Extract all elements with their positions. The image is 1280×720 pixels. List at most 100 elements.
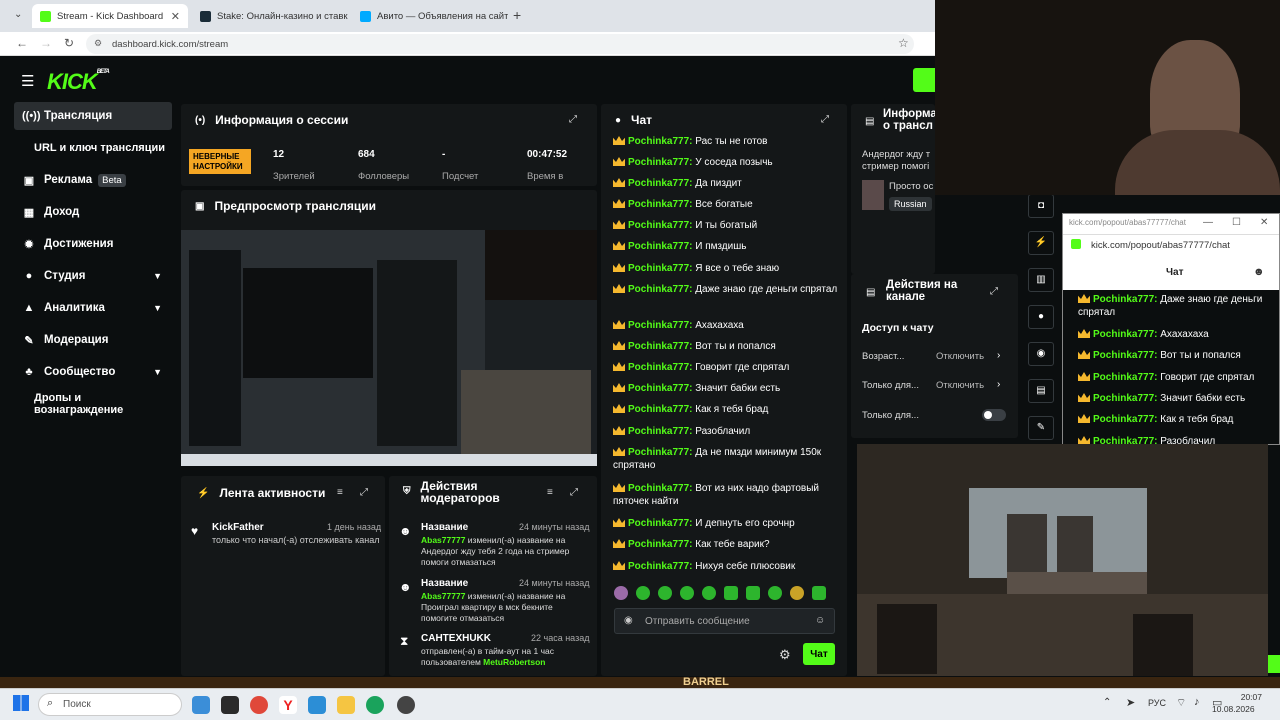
- chat-username[interactable]: Pochinka777:: [628, 561, 692, 572]
- emoji-icon[interactable]: ☺: [815, 615, 825, 626]
- emote-icon[interactable]: [746, 586, 760, 600]
- sidebar-item-income[interactable]: ▦ Доход: [14, 198, 172, 226]
- telegram-icon[interactable]: [308, 696, 326, 714]
- expand-icon[interactable]: ⤢: [569, 114, 577, 125]
- chevron-right-icon[interactable]: ›: [997, 350, 1000, 361]
- widgets-icon[interactable]: [192, 696, 210, 714]
- windows-start-icon[interactable]: [13, 695, 29, 711]
- chat-username[interactable]: Pochinka777:: [628, 383, 692, 394]
- clipboard-action-icon[interactable]: ▥: [1028, 268, 1054, 292]
- filter-icon[interactable]: ≡: [547, 487, 553, 498]
- user-list-icon[interactable]: ☻: [1253, 266, 1265, 278]
- chat-username[interactable]: Pochinka777:: [628, 320, 692, 331]
- edge-icon[interactable]: [366, 696, 384, 714]
- network-icon[interactable]: ⌔: [1176, 696, 1186, 710]
- broadcast-action-icon[interactable]: ◉: [1028, 342, 1054, 366]
- new-tab-icon[interactable]: +: [513, 7, 521, 23]
- chat-username[interactable]: Pochinka777:: [628, 518, 692, 529]
- chat-username[interactable]: Pochinka777:: [628, 341, 692, 352]
- toggle-switch[interactable]: [982, 409, 1006, 421]
- emote-icon[interactable]: [790, 586, 804, 600]
- camera-action-icon[interactable]: ◘: [1028, 194, 1054, 218]
- menu-hamburger-icon[interactable]: ☰: [21, 72, 34, 90]
- emote-icon[interactable]: [768, 586, 782, 600]
- chat-mode-icon[interactable]: ◉: [624, 615, 633, 626]
- chat-username[interactable]: Pochinka777:: [1093, 294, 1157, 305]
- reload-icon[interactable]: ↻: [64, 36, 74, 50]
- chevron-right-icon[interactable]: ›: [997, 379, 1000, 390]
- taskbar-search[interactable]: ⌕ Поиск: [38, 693, 182, 716]
- chat-username[interactable]: Pochinka777:: [628, 178, 692, 189]
- sidebar-item-drops[interactable]: Дропы и вознаграждение: [14, 390, 172, 418]
- sidebar-item-stream[interactable]: ((•)) Трансляция: [14, 102, 172, 130]
- send-chat-button[interactable]: Чат: [803, 643, 835, 665]
- chat-username[interactable]: Pochinka777:: [628, 199, 692, 210]
- obs-icon[interactable]: [397, 696, 415, 714]
- mod-user[interactable]: Abas77777: [421, 591, 465, 601]
- emote-icon[interactable]: [614, 586, 628, 600]
- chat-username[interactable]: Pochinka777:: [1093, 350, 1157, 361]
- sidebar-item-studio[interactable]: ● Студия ▼: [14, 262, 172, 290]
- chat-username[interactable]: Pochinka777:: [628, 404, 692, 415]
- chrome-icon[interactable]: [250, 696, 268, 714]
- tray-chevron-up-icon[interactable]: ⌃: [1103, 697, 1111, 708]
- yandex-icon[interactable]: Y: [279, 696, 297, 714]
- clock-date[interactable]: 10.08.2026: [1212, 704, 1255, 714]
- minimize-icon[interactable]: —: [1203, 217, 1213, 228]
- sidebar-item-ads[interactable]: ▣ Реклама Beta: [14, 166, 172, 194]
- tab-list-icon[interactable]: ⌄: [14, 9, 22, 20]
- sidebar-item-community[interactable]: ♣ Сообщество ▼: [14, 358, 172, 386]
- chat-username[interactable]: Pochinka777:: [628, 136, 692, 147]
- emote-icon[interactable]: [680, 586, 694, 600]
- popout-url[interactable]: kick.com/popout/abas77777/chat: [1091, 240, 1230, 251]
- sidebar-item-analytics[interactable]: ▲ Аналитика ▼: [14, 294, 172, 322]
- mod-user[interactable]: Abas77777: [421, 535, 465, 545]
- expand-icon[interactable]: ⤢: [990, 286, 998, 297]
- chat-username[interactable]: Pochinka777:: [1093, 372, 1157, 383]
- chat-username[interactable]: Pochinka777:: [1093, 414, 1157, 425]
- chat-username[interactable]: Pochinka777:: [628, 539, 692, 550]
- layout-action-icon[interactable]: ▤: [1028, 379, 1054, 403]
- invalid-settings-badge[interactable]: НЕВЕРНЫЕ НАСТРОЙКИ: [189, 149, 251, 175]
- back-icon[interactable]: ←: [16, 36, 28, 50]
- overlay-edge-button[interactable]: [1268, 655, 1280, 673]
- bookmark-star-icon[interactable]: ☆: [898, 36, 909, 50]
- chat-username[interactable]: Pochinka777:: [628, 263, 692, 274]
- filter-icon[interactable]: ≡: [337, 487, 343, 498]
- chat-username[interactable]: Pochinka777:: [628, 241, 692, 252]
- url-field[interactable]: ⚙ dashboard.kick.com/stream: [86, 34, 914, 54]
- sidebar-item-achievements[interactable]: ✹ Достижения: [14, 230, 172, 258]
- location-icon[interactable]: ➤: [1126, 696, 1135, 709]
- volume-icon[interactable]: ♪: [1194, 696, 1200, 708]
- chat-username[interactable]: Pochinka777:: [628, 362, 692, 373]
- chat-input[interactable]: ◉ Отправить сообщение ☺: [614, 608, 835, 634]
- tab-stake[interactable]: Stake: Онлайн-казино и ставк ✕: [192, 4, 348, 28]
- chat-username[interactable]: Pochinka777:: [628, 157, 692, 168]
- lightning-action-icon[interactable]: ⚡: [1028, 231, 1054, 255]
- chat-username[interactable]: Pochinka777:: [1093, 329, 1157, 340]
- task-view-icon[interactable]: [221, 696, 239, 714]
- mod-target-user[interactable]: MetuRobertson: [483, 657, 545, 667]
- chat-username[interactable]: Pochinka777:: [1093, 393, 1157, 404]
- close-icon[interactable]: ✕: [1260, 217, 1268, 228]
- stream-preview-video[interactable]: [181, 230, 597, 466]
- go-live-button[interactable]: [913, 68, 935, 92]
- wrench-action-icon[interactable]: ✎: [1028, 416, 1054, 440]
- chat-username[interactable]: Pochinka777:: [628, 220, 692, 231]
- chat-settings-gear-icon[interactable]: ⚙: [779, 647, 791, 663]
- emote-icon[interactable]: [702, 586, 716, 600]
- emote-icon[interactable]: [636, 586, 650, 600]
- emote-icon[interactable]: [812, 586, 826, 600]
- sidebar-item-stream-key[interactable]: URL и ключ трансляции: [14, 134, 172, 162]
- sidebar-item-moderation[interactable]: ✎ Модерация: [14, 326, 172, 354]
- chat-username[interactable]: Pochinka777:: [628, 483, 692, 494]
- expand-icon[interactable]: ⤢: [821, 114, 829, 125]
- tab-kick-dashboard[interactable]: Stream - Kick Dashboard ✕: [32, 4, 188, 28]
- setting-value[interactable]: Отключить: [936, 351, 984, 362]
- file-explorer-icon[interactable]: [337, 696, 355, 714]
- chat-username[interactable]: Pochinka777:: [628, 284, 692, 295]
- tab-avito[interactable]: Авито — Объявления на сайте ✕: [352, 4, 508, 28]
- chat-username[interactable]: Pochinka777:: [628, 426, 692, 437]
- kick-logo[interactable]: KICKBETA: [47, 69, 110, 95]
- expand-icon[interactable]: ⤢: [570, 487, 578, 498]
